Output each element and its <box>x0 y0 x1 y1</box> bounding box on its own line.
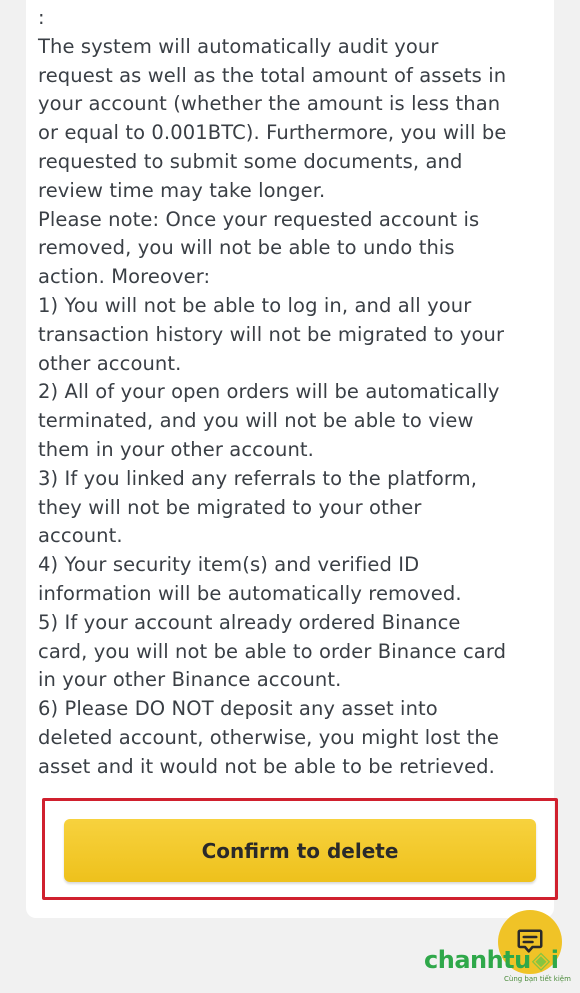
notice-line: transaction history will not be migrated… <box>38 322 505 346</box>
notice-line: information will be automatically remove… <box>38 581 462 605</box>
notice-line: account. <box>38 524 123 548</box>
notice-line: them in your other account. <box>38 437 314 461</box>
watermark-brand-mid: u <box>514 946 531 974</box>
notice-line: in your other Binance account. <box>38 668 342 692</box>
notice-line: asset and it would not be able to be ret… <box>38 754 495 778</box>
leaf-icon: ◈ <box>531 946 550 974</box>
watermark-logo: chanht u ◈ i Cùng bạn tiết kiệm <box>424 946 574 986</box>
notice-line: terminated, and you will not be able to … <box>38 409 474 433</box>
notice-line: or equal to 0.001BTC). Furthermore, you … <box>38 121 507 145</box>
delete-account-notice: : The system will automatically audit yo… <box>38 4 528 782</box>
notice-line: they will not be migrated to your other <box>38 495 422 519</box>
notice-line: 4) Your security item(s) and verified ID <box>38 553 420 577</box>
watermark-tagline: Cùng bạn tiết kiệm <box>504 975 571 983</box>
notice-line: card, you will not be able to order Bina… <box>38 639 507 663</box>
notice-line: 3) If you linked any referrals to the pl… <box>38 466 478 490</box>
notice-line: 5) If your account already ordered Binan… <box>38 610 461 634</box>
notice-line: requested to submit some documents, and <box>38 149 463 173</box>
notice-line: other account. <box>38 351 182 375</box>
notice-line: your account (whether the amount is less… <box>38 92 501 116</box>
confirm-delete-button[interactable]: Confirm to delete <box>64 819 536 882</box>
notice-line: deleted account, otherwise, you might lo… <box>38 725 499 749</box>
notice-line: action. Moreover: <box>38 265 211 289</box>
notice-line: request as well as the total amount of a… <box>38 63 507 87</box>
notice-line: 2) All of your open orders will be autom… <box>38 380 500 404</box>
notice-line: The system will automatically audit your <box>38 34 439 58</box>
notice-line: review time may take longer. <box>38 178 326 202</box>
watermark-brand-end: i <box>550 946 559 974</box>
watermark-brand: chanht u ◈ i <box>424 946 574 974</box>
screen: : The system will automatically audit yo… <box>0 0 580 993</box>
notice-line: : <box>38 6 45 29</box>
notice-line: Please note: Once your requested account… <box>38 207 480 231</box>
notice-line: removed, you will not be able to undo th… <box>38 236 455 260</box>
notice-line: 1) You will not be able to log in, and a… <box>38 293 472 317</box>
notice-line: 6) Please DO NOT deposit any asset into <box>38 697 438 721</box>
watermark-brand-start: chanht <box>424 946 515 974</box>
